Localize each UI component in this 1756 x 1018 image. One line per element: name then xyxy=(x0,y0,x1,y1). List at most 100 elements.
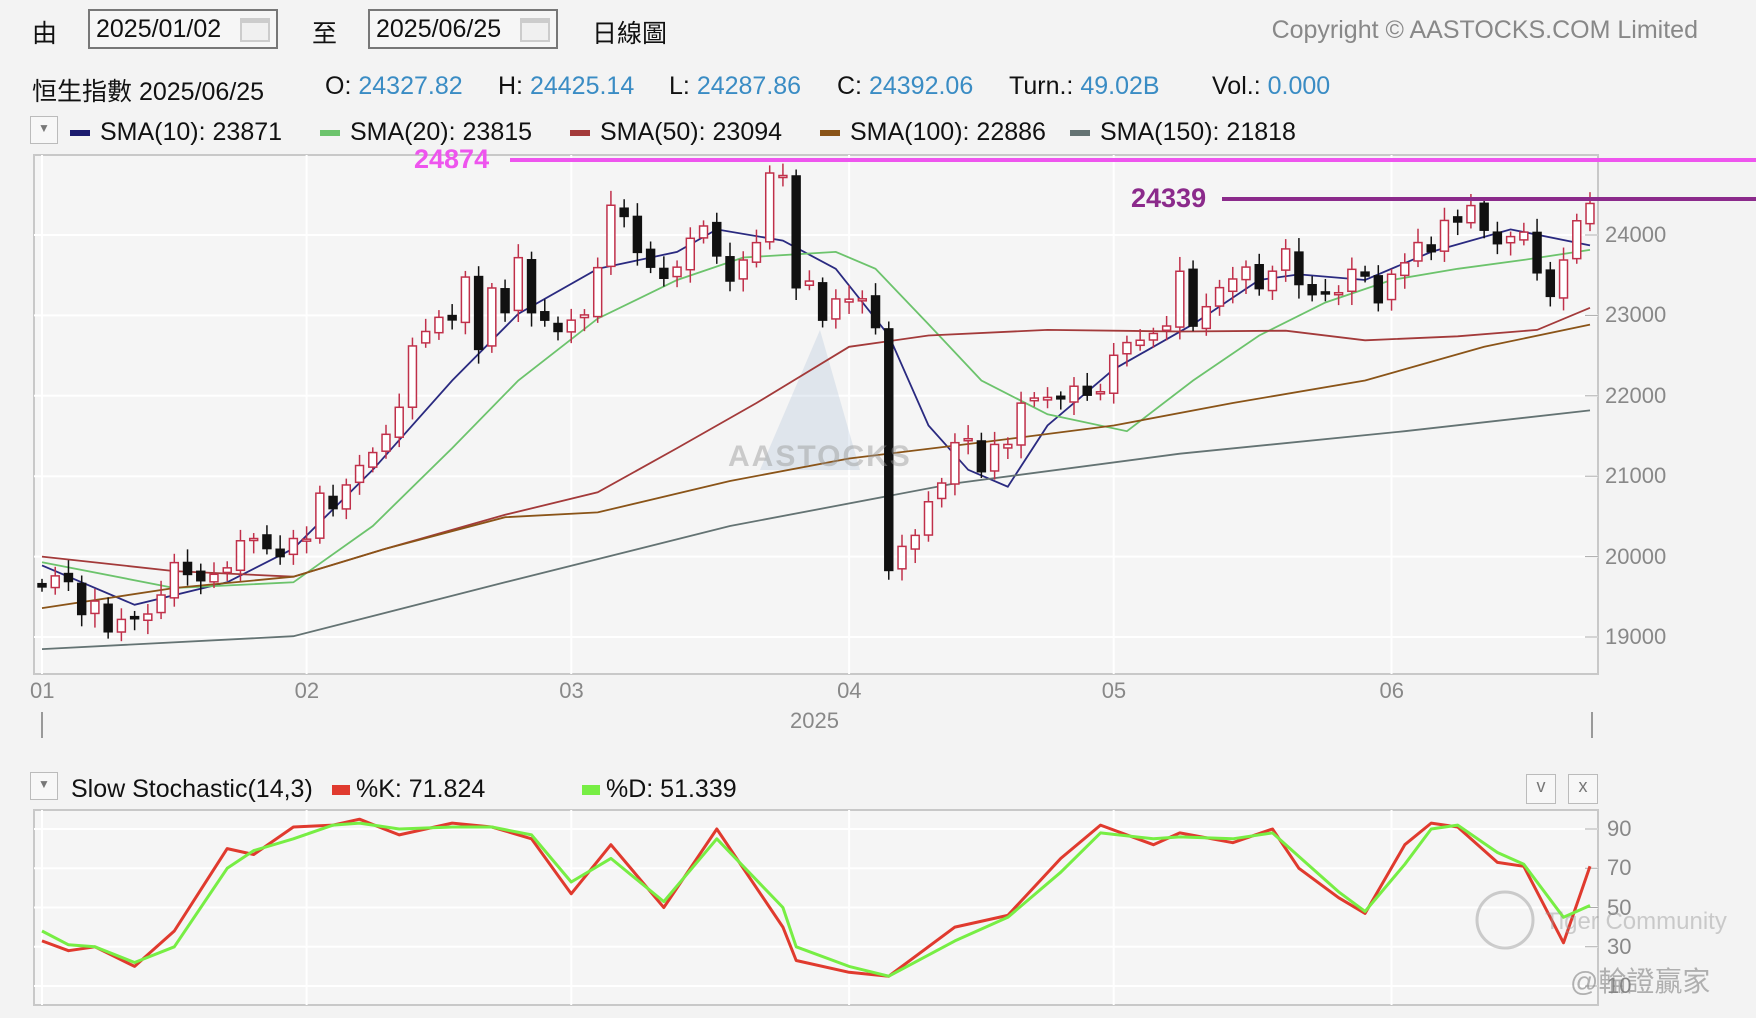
candle-up xyxy=(1108,354,1119,394)
candle-up xyxy=(1333,291,1344,296)
x-tick-label: 02 xyxy=(294,678,320,703)
candle-up xyxy=(579,314,590,319)
candle-up xyxy=(804,280,815,287)
candle-up xyxy=(606,204,616,268)
candle-up xyxy=(1519,231,1529,241)
candle-down xyxy=(632,215,643,254)
candle-up xyxy=(738,259,748,280)
candle-down xyxy=(37,582,47,588)
candle-up xyxy=(1228,278,1238,293)
candle-down xyxy=(63,572,74,583)
candle-up xyxy=(407,345,418,408)
candle-down xyxy=(262,534,272,550)
candle-up xyxy=(248,537,259,542)
candle-up xyxy=(1558,259,1569,299)
candle-up xyxy=(420,330,431,344)
candle-down xyxy=(870,295,881,329)
candle-up xyxy=(592,266,603,318)
candle-up xyxy=(209,573,219,583)
candle-up xyxy=(288,537,299,556)
candle-up xyxy=(1439,219,1450,252)
candle-down xyxy=(275,548,285,558)
candle-down xyxy=(76,582,87,616)
candle-up xyxy=(1029,397,1040,402)
candle-down xyxy=(1188,268,1198,327)
candle-down xyxy=(1492,231,1503,245)
candle-down xyxy=(1373,275,1384,304)
candle-up xyxy=(394,406,404,438)
candle-down xyxy=(1532,231,1542,274)
candle-down xyxy=(645,248,656,268)
candle-up xyxy=(1347,268,1357,293)
candle-up xyxy=(1201,305,1212,330)
candle-up xyxy=(1466,204,1476,224)
candle-up xyxy=(1003,443,1013,449)
stoch-y-tick-label: 90 xyxy=(1607,816,1632,841)
candle-up xyxy=(90,600,100,615)
candle-up xyxy=(1400,262,1410,277)
candle-up xyxy=(831,298,841,320)
candle-up xyxy=(910,534,920,550)
candle-down xyxy=(540,311,550,321)
candle-down xyxy=(1307,284,1317,296)
candle-down xyxy=(1479,202,1489,231)
candle-down xyxy=(659,267,669,280)
aastocks-watermark: AASTOCKS xyxy=(728,440,912,473)
candle-up xyxy=(1505,235,1516,244)
candle-up xyxy=(751,241,762,263)
x-tick-label: 05 xyxy=(1101,678,1127,703)
candle-up xyxy=(434,316,444,334)
y-tick-label: 21000 xyxy=(1605,463,1667,489)
candle-up xyxy=(936,482,947,500)
candle-up xyxy=(222,567,232,574)
candle-up xyxy=(50,575,60,589)
candle-up xyxy=(341,484,352,510)
y-tick-label: 23000 xyxy=(1605,302,1667,328)
candle-down xyxy=(553,322,563,333)
candle-up xyxy=(566,319,576,333)
candle-down xyxy=(817,282,828,321)
candle-up xyxy=(169,561,180,599)
y-tick-label: 24000 xyxy=(1605,222,1667,247)
candle-down xyxy=(500,288,510,314)
candle-down xyxy=(473,275,484,351)
candle-down xyxy=(1452,216,1463,223)
candle-up xyxy=(1095,391,1106,395)
candle-down xyxy=(976,440,987,473)
candle-down xyxy=(1294,251,1304,286)
candle-down xyxy=(619,207,629,218)
candle-up xyxy=(844,298,854,303)
candle-down xyxy=(328,495,338,510)
candle-up xyxy=(1413,241,1423,262)
candle-up xyxy=(1241,266,1251,281)
candle-up xyxy=(368,451,378,468)
x-tick-label: 06 xyxy=(1379,678,1405,703)
candle-up xyxy=(1267,270,1278,292)
candle-up xyxy=(301,538,312,542)
x-axis-year-label: 2025 xyxy=(790,708,839,733)
candle-down xyxy=(103,603,113,633)
candle-up xyxy=(1135,339,1145,347)
candle-up xyxy=(1585,202,1595,225)
candle-down xyxy=(1426,244,1436,253)
candle-up xyxy=(897,545,907,570)
candle-up xyxy=(857,298,868,302)
handle-watermark: @輪證贏家 xyxy=(1570,966,1711,997)
candle-up xyxy=(764,172,775,243)
chart-svg xyxy=(33,154,1756,1006)
reference-line-label: 24339 xyxy=(1131,183,1207,213)
candle-up xyxy=(143,613,153,622)
candle-down xyxy=(1360,271,1370,277)
y-tick-label: 22000 xyxy=(1605,382,1667,408)
candle-down xyxy=(725,256,735,282)
candle-up xyxy=(354,464,365,484)
stoch-y-tick-label: 70 xyxy=(1607,855,1632,881)
candle-down xyxy=(1545,269,1556,298)
candle-down xyxy=(1320,291,1331,295)
candle-down xyxy=(791,175,801,289)
candle-down xyxy=(182,561,193,576)
candle-up xyxy=(235,540,246,572)
candle-up xyxy=(513,256,524,312)
candle-up xyxy=(1016,402,1026,446)
candle-up xyxy=(1214,286,1225,307)
